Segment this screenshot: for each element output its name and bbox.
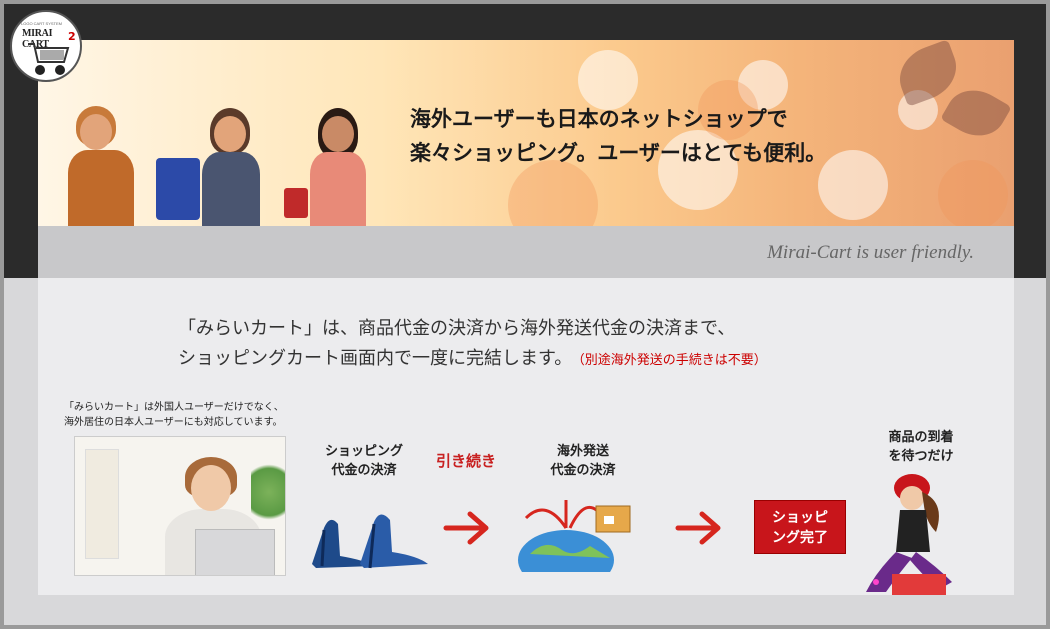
intro-line2-text: ショッピングカート画面内で一度に完結します。: [178, 348, 573, 369]
shopping-complete-badge: ショッピ ング完了: [754, 500, 846, 554]
high-heels-icon: [312, 514, 428, 569]
step-payment-line1: ショッピング: [324, 444, 403, 459]
hero-headline-line2: 楽々ショッピング。ユーザーはとても便利。: [410, 141, 827, 165]
step-payment-label: ショッピング 代金の決済: [314, 442, 414, 480]
band-edge-right: [1014, 226, 1046, 278]
mirai-cart-logo[interactable]: LOGO CART SYSTEM MIRAI CART 2: [10, 10, 82, 82]
complete-line1: ショッピ: [772, 510, 828, 526]
shopper-2: [156, 108, 276, 226]
band-edge-left: [4, 226, 38, 278]
step-shipping-line2: 代金の決済: [550, 463, 616, 478]
shopper-3: [278, 108, 378, 226]
arrow-right-icon: [674, 508, 726, 548]
audience-note-line1: 「みらいカート」は外国人ユーザーだけでなく、: [64, 402, 284, 413]
hero-headline-line1: 海外ユーザーも日本のネットショップで: [410, 107, 788, 131]
step-shipping-label: 海外発送 代金の決済: [538, 442, 628, 480]
arrow-right-icon: [442, 508, 494, 548]
step-wait-line1: 商品の到着: [888, 430, 954, 445]
complete-line2: ング完了: [772, 530, 828, 546]
globe-shipping-icon: [518, 500, 631, 572]
intro-note: （別途海外発送の手続きは不要）: [578, 353, 767, 368]
continue-label: 引き続き: [436, 452, 497, 470]
hero-headline: 海外ユーザーも日本のネットショップで 楽々ショッピング。ユーザーはとても便利。: [410, 102, 970, 170]
intro-line1: 「みらいカート」は、商品代金の決済から海外発送代金の決済まで、: [178, 318, 736, 339]
step-shipping-line1: 海外発送: [556, 444, 609, 459]
logo-subtext: LOGO CART SYSTEM: [21, 21, 62, 26]
main-content: 「みらいカート」は、商品代金の決済から海外発送代金の決済まで、 ショッピングカー…: [38, 278, 1014, 596]
step-wait-label: 商品の到着 を待つだけ: [878, 428, 964, 466]
step-payment-line2: 代金の決済: [331, 463, 397, 478]
tagline: Mirai-Cart is user friendly.: [767, 242, 974, 263]
intro-line2: ショッピングカート画面内で一度に完結します。 （別途海外発送の手続きは不要）: [178, 344, 767, 370]
cart-icon: [28, 43, 70, 75]
page-frame: 海外ユーザーも日本のネットショップで 楽々ショッピング。ユーザーはとても便利。 …: [0, 0, 1050, 629]
waiting-girl-illustration: [866, 474, 952, 596]
user-photo: [74, 436, 286, 576]
hero-banner: 海外ユーザーも日本のネットショップで 楽々ショッピング。ユーザーはとても便利。: [38, 40, 1014, 226]
audience-note-line2: 海外居住の日本人ユーザーにも対応しています。: [64, 417, 283, 428]
audience-note: 「みらいカート」は外国人ユーザーだけでなく、 海外居住の日本人ユーザーにも対応し…: [64, 400, 284, 430]
shopper-1: [62, 106, 142, 226]
bottom-band: [38, 595, 1014, 625]
